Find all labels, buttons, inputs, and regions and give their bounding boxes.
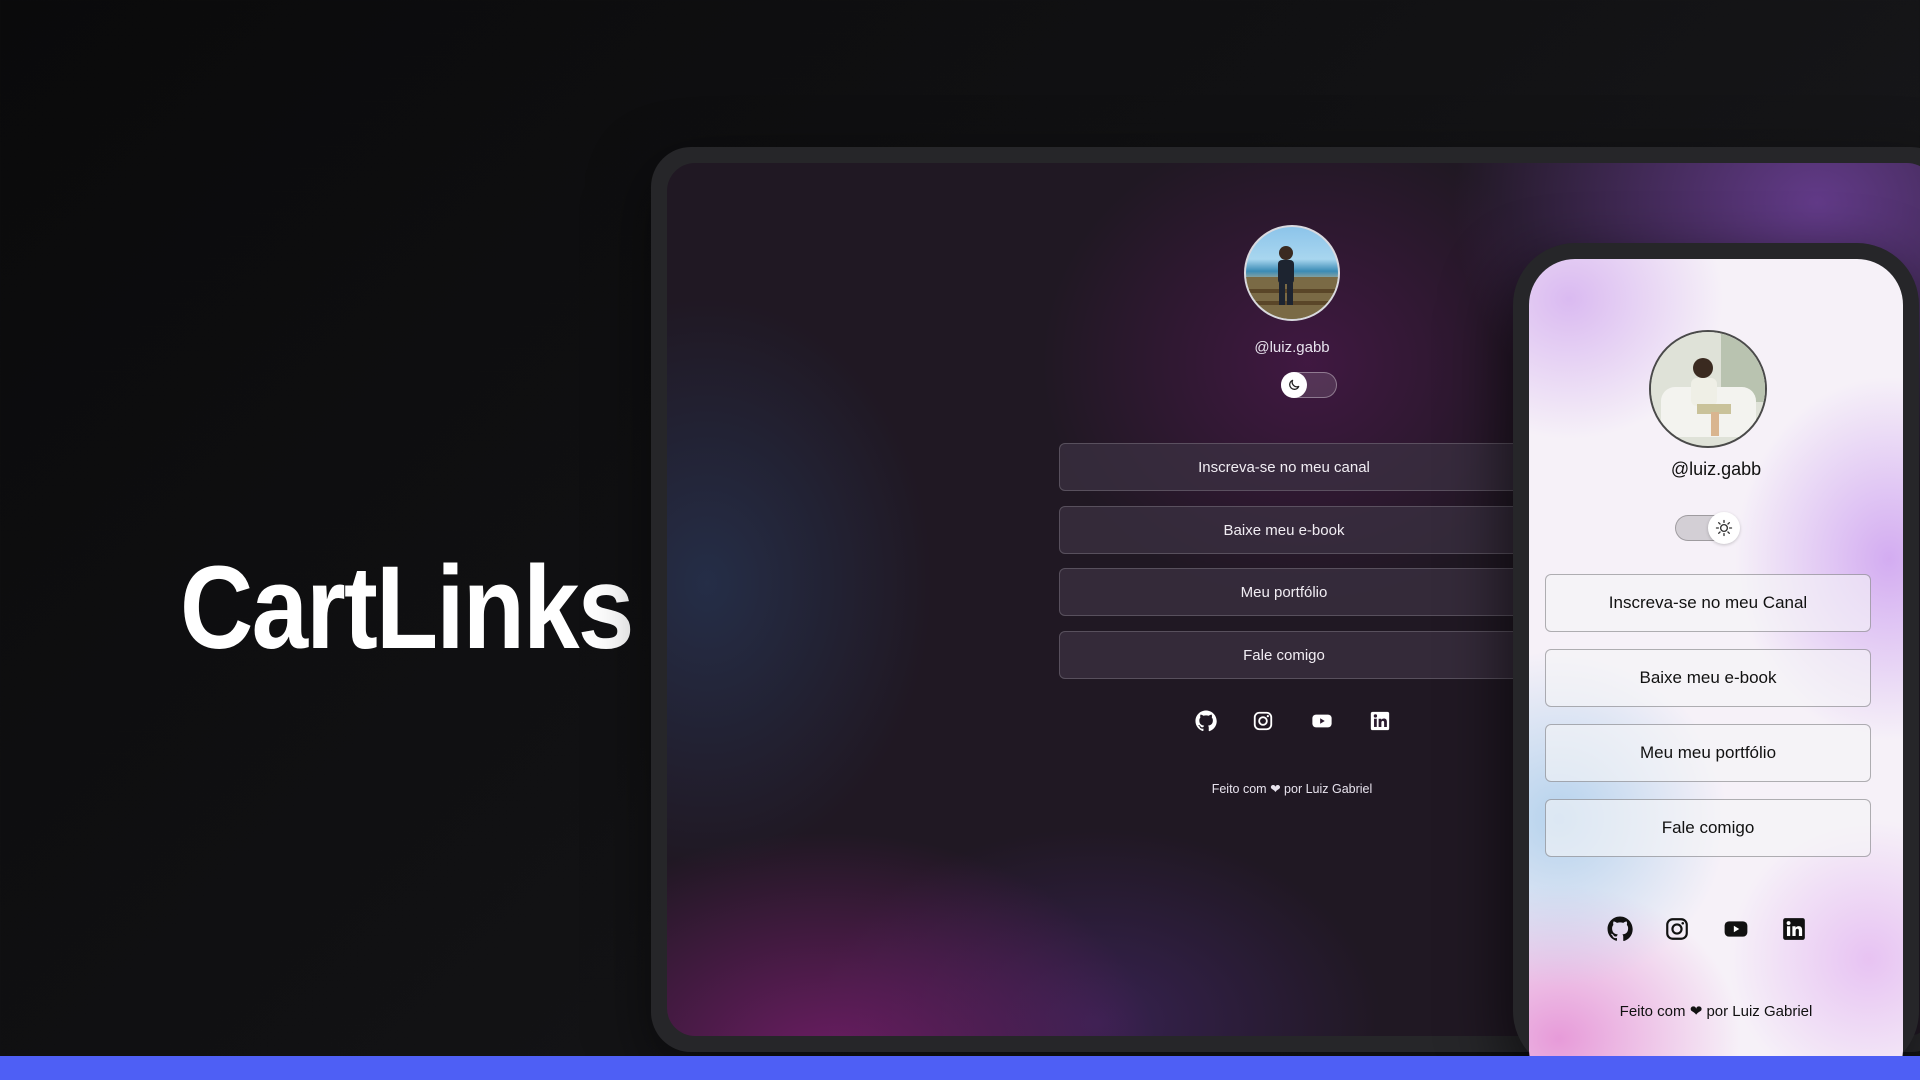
link-button-portfolio[interactable]: Meu portfólio — [1059, 568, 1559, 616]
sun-icon — [1715, 519, 1733, 537]
theme-toggle-knob — [1281, 372, 1307, 398]
github-icon[interactable] — [1195, 710, 1217, 732]
link-label: Baixe meu e-book — [1223, 521, 1345, 539]
footer-suffix: por Luiz Gabriel — [1706, 1003, 1813, 1020]
phone-frame: @luiz.gabb Inscreva-se no meu Canal Baix… — [1513, 243, 1919, 1073]
footer-credit: Feito com ❤ por Luiz Gabriel — [1569, 1002, 1863, 1020]
link-button-channel[interactable]: Inscreva-se no meu canal — [1059, 443, 1559, 491]
link-label: Meu portfólio — [1240, 583, 1328, 601]
avatar — [1244, 225, 1340, 321]
footer-prefix: Feito com — [1619, 1003, 1686, 1020]
link-label: Inscreva-se no meu canal — [1198, 458, 1370, 476]
brand-title: CartLinks — [180, 542, 634, 674]
instagram-icon[interactable] — [1664, 916, 1690, 942]
social-links — [1607, 914, 1807, 944]
link-button-ebook[interactable]: Baixe meu e-book — [1545, 649, 1871, 707]
moon-icon — [1289, 379, 1300, 390]
footer-suffix: por Luiz Gabriel — [1284, 782, 1373, 796]
footer-prefix: Feito com — [1211, 782, 1267, 796]
link-button-contact[interactable]: Fale comigo — [1545, 799, 1871, 857]
link-button-ebook[interactable]: Baixe meu e-book — [1059, 506, 1559, 554]
heart-icon: ❤ — [1270, 782, 1281, 796]
youtube-icon[interactable] — [1722, 916, 1750, 942]
avatar — [1649, 330, 1767, 448]
theme-toggle[interactable] — [1281, 372, 1337, 398]
profile-handle: @luiz.gabb — [1254, 339, 1330, 356]
youtube-icon[interactable] — [1310, 710, 1334, 732]
linkedin-icon[interactable] — [1781, 916, 1807, 942]
footer-credit: Feito com ❤ por Luiz Gabriel — [1167, 781, 1417, 796]
theme-toggle-knob — [1708, 512, 1740, 544]
link-label: Fale comigo — [1661, 818, 1755, 837]
link-button-contact[interactable]: Fale comigo — [1059, 631, 1559, 679]
profile-handle: @luiz.gabb — [1670, 459, 1762, 479]
instagram-icon[interactable] — [1252, 710, 1274, 732]
link-label: Baixe meu e-book — [1639, 668, 1777, 687]
link-label: Inscreva-se no meu Canal — [1608, 593, 1808, 612]
phone-screen: @luiz.gabb Inscreva-se no meu Canal Baix… — [1529, 259, 1903, 1073]
avatar-photo — [1651, 332, 1765, 446]
link-button-portfolio[interactable]: Meu meu portfólio — [1545, 724, 1871, 782]
link-button-channel[interactable]: Inscreva-se no meu Canal — [1545, 574, 1871, 632]
avatar-photo — [1246, 246, 1338, 319]
github-icon[interactable] — [1607, 916, 1633, 942]
linkedin-icon[interactable] — [1369, 710, 1391, 732]
theme-toggle[interactable] — [1675, 512, 1740, 544]
heart-icon: ❤ — [1689, 1003, 1703, 1020]
link-label: Meu meu portfólio — [1639, 743, 1777, 762]
link-label: Fale comigo — [1243, 646, 1325, 664]
bottom-accent-bar — [0, 1056, 1920, 1080]
social-links — [1195, 707, 1391, 735]
